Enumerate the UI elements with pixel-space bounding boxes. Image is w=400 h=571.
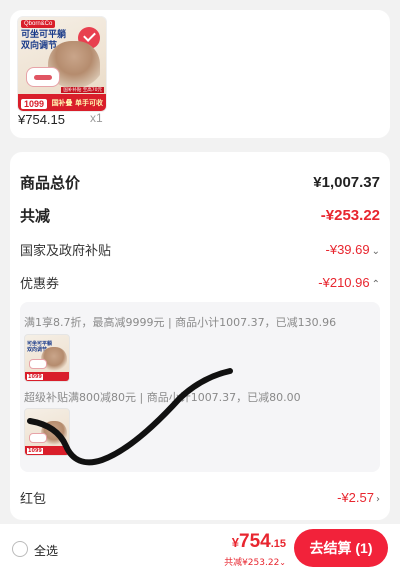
total-label: 商品总价 <box>20 174 81 192</box>
thumb-price: 1099 <box>21 99 48 109</box>
pay-total: ¥754.15 <box>232 531 286 553</box>
pay-reduce[interactable]: 共减¥253.22⌄ <box>224 555 286 568</box>
product-seat <box>26 67 60 87</box>
gov-subsidy-label: 国家及政府补贴 <box>20 244 112 259</box>
checkout-bar: 全选 ¥754.15 共减¥253.22⌄ 去结算 (1) <box>0 524 400 571</box>
total-row: 商品总价 ¥1,007.37 <box>20 172 380 193</box>
coupon-row[interactable]: 优惠券 -¥210.96 ⌃ <box>20 273 380 293</box>
mini-seat <box>29 433 47 443</box>
chevron-right-icon[interactable]: › <box>376 494 380 505</box>
product-quantity: x1 <box>90 111 103 125</box>
chevron-down-icon[interactable]: ⌄ <box>372 246 380 257</box>
reduce-label: 共减 <box>20 207 51 225</box>
mini-price: 1099 <box>27 448 43 454</box>
thumb-note: 国补补贴 至高70元 <box>61 87 104 93</box>
pay-symbol: ¥ <box>231 535 239 550</box>
product-thumbnail[interactable]: Qborn&Co 可坐可平躺 双向调节 国补补贴 至高70元 1099 国补叠 … <box>17 16 107 112</box>
mini-price: 1099 <box>27 374 43 380</box>
total-value: ¥1,007.37 <box>313 174 380 191</box>
coupon-details: 满1享8.7折，最高减9999元 | 商品小计1007.37，已减130.96 … <box>20 302 380 472</box>
reduce-row: 共减 -¥253.22 <box>20 205 380 226</box>
thumb-ribbon: 国补叠 单手可收 <box>51 99 103 107</box>
coupon-label: 优惠券 <box>20 277 60 292</box>
chevron-up-icon[interactable]: ⌃ <box>372 279 380 290</box>
hongbao-label: 红包 <box>20 492 47 507</box>
coupon-detail-2: 超级补贴满800减80元 | 商品小计1007.37，已减80.00 <box>24 391 301 404</box>
product-price: ¥754.15 <box>18 112 65 127</box>
radio-icon[interactable] <box>12 541 28 557</box>
chevron-down-icon[interactable]: ⌄ <box>279 558 286 567</box>
select-all-label[interactable]: 全选 <box>34 542 58 559</box>
gov-subsidy-value: -¥39.69 <box>325 241 370 257</box>
coupon-product-thumbnail: 1099 <box>24 408 70 456</box>
product-card: Qborn&Co 可坐可平躺 双向调节 国补补贴 至高70元 1099 国补叠 … <box>10 10 390 138</box>
pay-integer: 754 <box>239 531 271 552</box>
coupon-product-thumbnail: 可坐可平躺 双向调节 1099 <box>24 334 70 382</box>
checkout-button[interactable]: 去结算 (1) <box>294 529 388 567</box>
reduce-value: -¥253.22 <box>320 207 380 224</box>
hongbao-value: -¥2.57 <box>337 489 374 505</box>
gov-subsidy-row[interactable]: 国家及政府补贴 -¥39.69 ⌄ <box>20 240 380 260</box>
mini-seat <box>29 359 47 369</box>
pay-decimal: .15 <box>270 538 286 550</box>
pay-reduce-text: 共减¥253.22 <box>224 558 280 568</box>
brand-logo: Qborn&Co <box>21 20 56 28</box>
coupon-value: -¥210.96 <box>318 274 370 290</box>
price-summary-card: 商品总价 ¥1,007.37 共减 -¥253.22 国家及政府补贴 -¥39.… <box>10 152 390 520</box>
hongbao-row[interactable]: 红包 -¥2.57 › <box>20 488 380 508</box>
coupon-detail-1: 满1享8.7折，最高减9999元 | 商品小计1007.37，已减130.96 <box>24 316 337 329</box>
